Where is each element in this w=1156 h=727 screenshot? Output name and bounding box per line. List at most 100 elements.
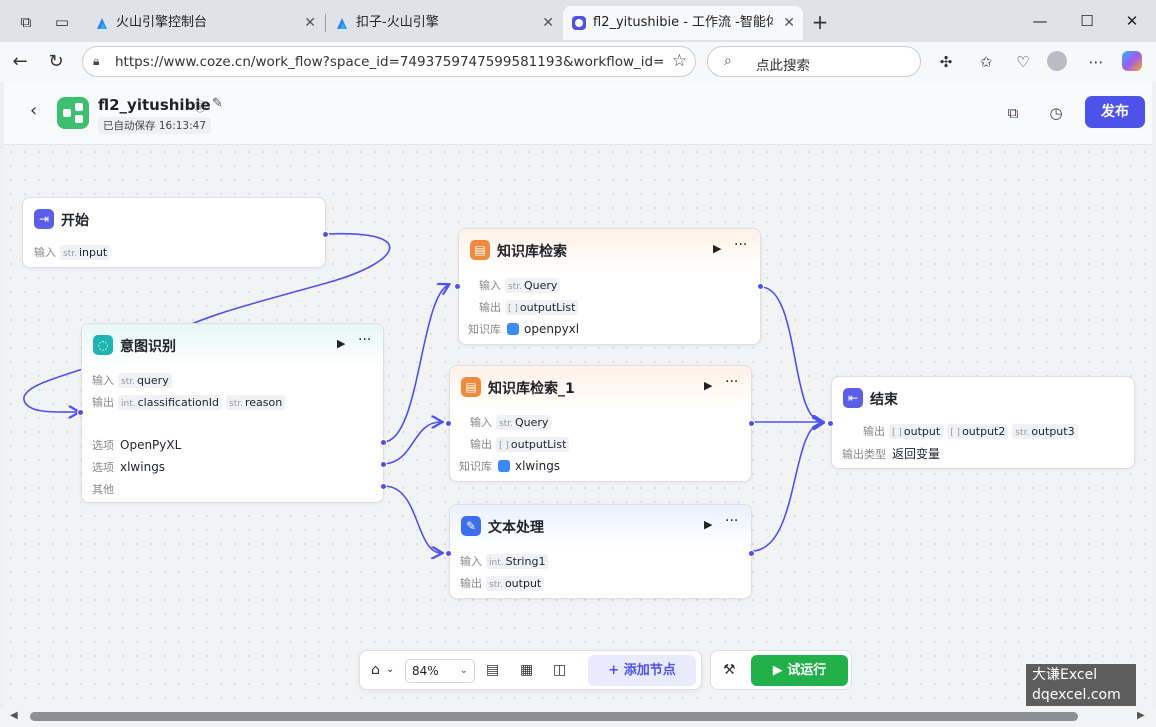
workspaces-icon[interactable]: ⧉ <box>16 12 36 32</box>
minimap-icon[interactable]: ◫ <box>553 662 566 678</box>
node-title: 意图识别 <box>120 339 176 355</box>
watermark-line1: 大谦Excel <box>1032 667 1098 683</box>
new-tab-icon[interactable]: + <box>810 12 830 32</box>
output-port[interactable] <box>748 420 755 427</box>
horizontal-scrollbar[interactable]: ◀ ▶ <box>0 707 1156 727</box>
var-name: outputList <box>519 301 576 314</box>
more-icon[interactable]: ··· <box>725 513 738 529</box>
favorite-icon[interactable]: ☆ <box>672 51 687 71</box>
add-node-button[interactable]: + 添加节点 <box>588 655 696 686</box>
close-tab-icon[interactable]: ✕ <box>304 6 316 40</box>
var-type: int. <box>121 399 136 409</box>
zoom-select[interactable]: 84% ⌄ <box>405 659 475 683</box>
var-tag: [ ] outputList <box>505 300 579 315</box>
row-label: 输出 <box>460 577 482 590</box>
workflow-icon <box>57 97 89 129</box>
other-port[interactable] <box>380 483 387 490</box>
knowledge-base-name: openpyxl <box>524 322 580 336</box>
var-tag: str. Query <box>496 415 552 430</box>
tab-coze-workflow[interactable]: fl2_yitushibie - 工作流 -智能体平台 ✕ <box>563 6 803 40</box>
run-node-icon[interactable]: ▶ <box>713 242 721 255</box>
more-icon[interactable]: ··· <box>358 332 371 348</box>
add-node-label: 添加节点 <box>623 663 676 678</box>
maximize-icon[interactable]: ☐ <box>1072 8 1102 34</box>
input-port[interactable] <box>454 283 461 290</box>
more-icon[interactable]: ··· <box>734 237 747 253</box>
profile-avatar[interactable] <box>1046 51 1068 73</box>
node-end[interactable]: ⇤ 结束 输出[ ] output[ ] output2 str. output3 输出… <box>827 376 1135 469</box>
chevron-down-icon[interactable]: ⌄ <box>386 664 394 675</box>
node-text-processing[interactable]: ✎ 文本处理 ▶ ··· 输入 int. String1 输出 str. output <box>445 504 755 599</box>
scroll-left-icon[interactable]: ◀ <box>10 710 18 721</box>
copilot-icon[interactable] <box>1121 51 1143 73</box>
mouse-mode-icon[interactable]: ⌂ <box>371 662 380 678</box>
node-output-row: 输出[ ] output[ ] output2 str. output3 <box>863 423 1078 439</box>
run-node-icon[interactable]: ▶ <box>337 337 345 350</box>
test-run-button[interactable]: ▶ 试运行 <box>751 655 848 686</box>
wrench-icon[interactable]: ⚒ <box>723 662 736 678</box>
info-icon[interactable]: ⓘ <box>194 98 206 115</box>
tab-volcengine-console[interactable]: 火山引擎控制台 ✕ <box>86 6 324 40</box>
refresh-icon[interactable]: ↻ <box>44 50 68 74</box>
close-tab-icon[interactable]: ✕ <box>783 6 795 40</box>
option-value: xlwings <box>120 460 166 474</box>
option2-port[interactable] <box>380 461 387 468</box>
row-label: 输入 <box>34 246 56 259</box>
node-knowledge-retrieval[interactable]: ▤ 知识库检索 ▶ ··· 输入 str. Query 输出 [ ] outputLis… <box>454 228 764 345</box>
var-name: Query <box>523 279 558 292</box>
row-label: 知识库 <box>459 460 492 473</box>
node-header: ◌ 意图识别 ▶ ··· <box>82 324 383 368</box>
input-port[interactable] <box>827 420 834 427</box>
url-field[interactable]: 🔒︎ https://www.coze.cn/work_flow?space_i… <box>82 46 696 77</box>
tab-coze-volcengine[interactable]: 扣子-火山引擎 ✕ <box>326 6 562 40</box>
tab-actions-icon[interactable]: ▭ <box>52 12 72 32</box>
lock-icon: 🔒︎ <box>93 54 100 68</box>
var-name: outputList <box>510 438 567 451</box>
output-port[interactable] <box>748 550 755 557</box>
favorites-icon[interactable]: ✩ <box>975 51 997 73</box>
node-knowledge-retrieval-1[interactable]: ▤ 知识库检索_1 ▶ ··· 输入 str. Query 输出 [ ] outputL… <box>445 365 755 482</box>
start-icon: ⇥ <box>34 209 54 229</box>
node-intent-recognition[interactable]: ◌ 意图识别 ▶ ··· 输入 str. query 输出 int. classific… <box>77 323 387 503</box>
var-tag: int. String1 <box>486 554 549 569</box>
extensions-icon[interactable]: ✣ <box>935 51 957 73</box>
run-node-icon[interactable]: ▶ <box>704 379 712 392</box>
edit-icon[interactable]: ✎ <box>212 96 223 111</box>
test-run-label: 试运行 <box>787 663 827 678</box>
var-type: [ ] <box>950 428 961 438</box>
browser-address-bar: ← ↻ 🔒︎ https://www.coze.cn/work_flow?spa… <box>0 42 1156 82</box>
input-port[interactable] <box>445 550 452 557</box>
browser-essentials-icon[interactable]: ♡ <box>1012 51 1034 73</box>
scrollbar-thumb[interactable] <box>30 712 1078 721</box>
search-field[interactable]: ⌕ 点此搜索 <box>707 46 921 77</box>
row-label: 输出 <box>92 396 114 409</box>
input-port[interactable] <box>445 420 452 427</box>
var-tag: str. output3 <box>1012 424 1078 439</box>
close-window-icon[interactable]: ✕ <box>1117 8 1147 34</box>
comment-icon[interactable]: ▤ <box>486 662 499 678</box>
option1-port[interactable] <box>380 439 387 446</box>
layout-icon[interactable]: ▦ <box>520 662 533 678</box>
more-icon[interactable]: ··· <box>725 374 738 390</box>
output-port[interactable] <box>757 283 764 290</box>
input-port[interactable] <box>77 409 84 416</box>
browser-tab-bar: ⧉ ▭ 火山引擎控制台 ✕ 扣子-火山引擎 ✕ fl2_yitushibie -… <box>0 0 1156 42</box>
scroll-right-icon[interactable]: ▶ <box>1137 710 1145 721</box>
copy-icon[interactable]: ⧉ <box>1002 102 1024 124</box>
end-icon: ⇤ <box>843 388 863 408</box>
back-chevron-icon[interactable]: ‹ <box>30 100 37 121</box>
run-node-icon[interactable]: ▶ <box>704 518 712 531</box>
settings-more-icon[interactable]: ⋯ <box>1085 51 1107 73</box>
close-tab-icon[interactable]: ✕ <box>542 6 554 40</box>
back-icon[interactable]: ← <box>8 50 32 74</box>
minimize-icon[interactable]: — <box>1025 8 1055 34</box>
var-name: classificationId <box>137 396 219 409</box>
var-tag: str. query <box>118 373 172 388</box>
tab-title: fl2_yitushibie - 工作流 -智能体平台 <box>593 15 773 30</box>
publish-button[interactable]: 发布 <box>1085 96 1145 128</box>
node-start[interactable]: ⇥ 开始 输入 str. input <box>22 197 329 268</box>
var-tag: str. reason <box>226 395 286 410</box>
history-icon[interactable]: ◷ <box>1045 102 1067 124</box>
output-port[interactable] <box>322 231 329 238</box>
var-tag: int. classificationId <box>118 395 222 410</box>
